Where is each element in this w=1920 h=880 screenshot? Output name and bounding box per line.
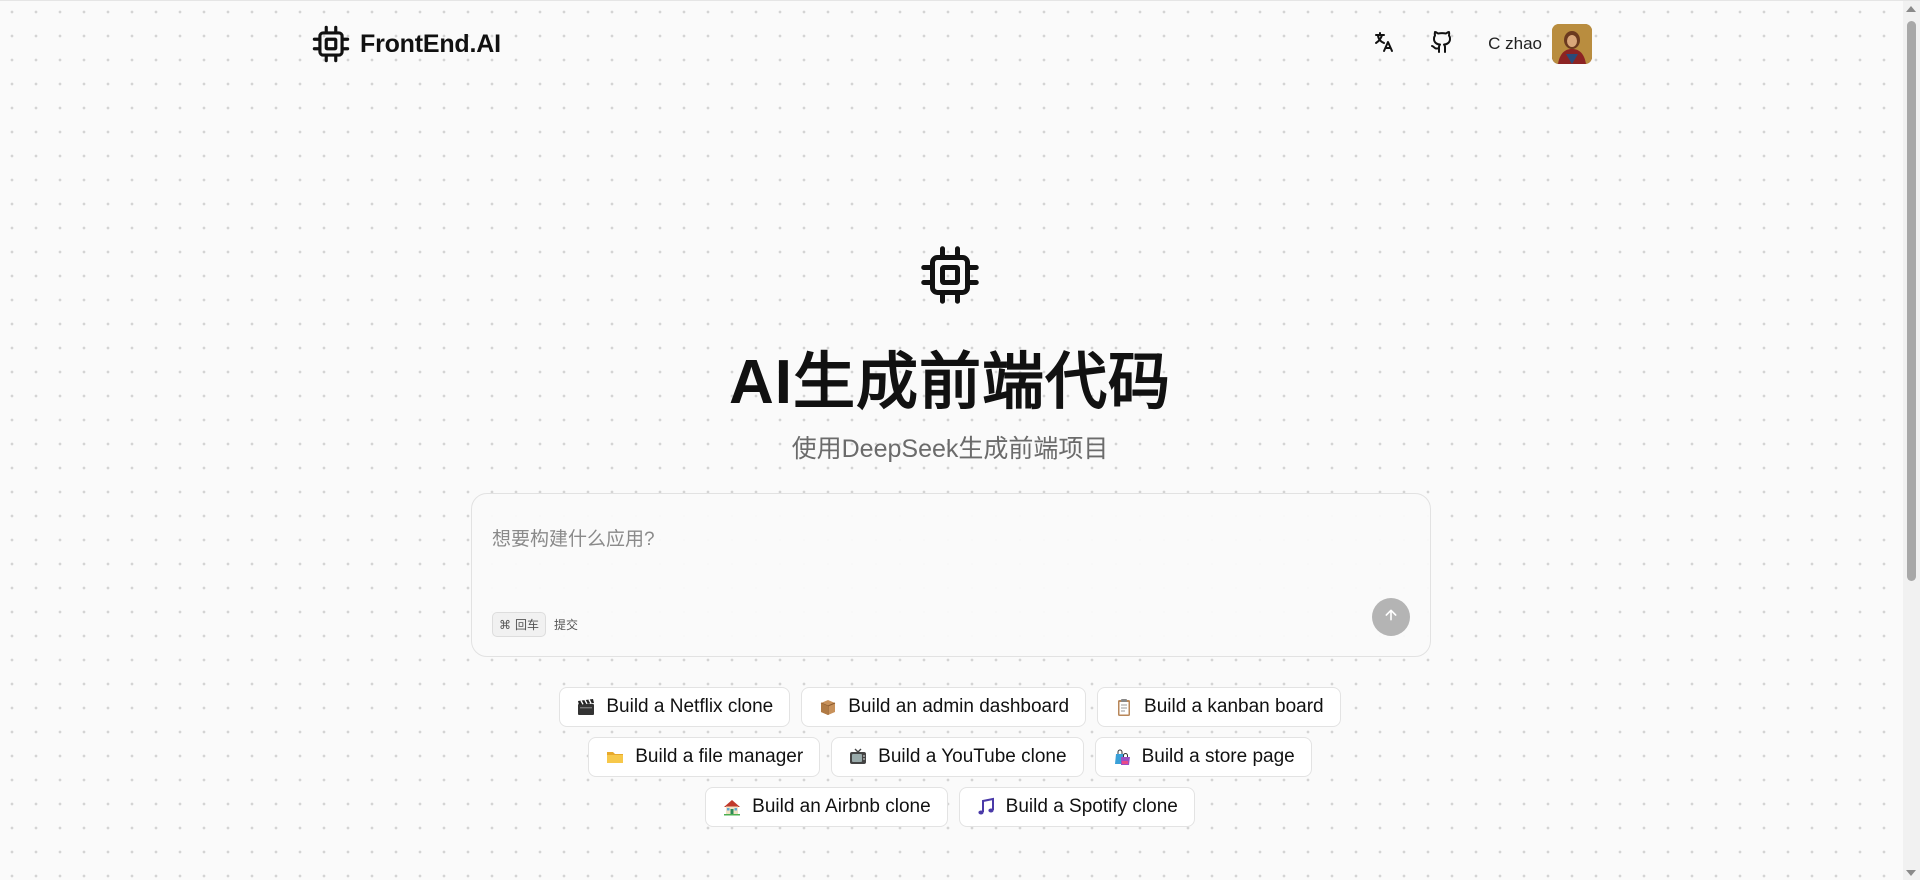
suggestions-row-3: Build an Airbnb clone Build a Spotify cl…: [0, 787, 1900, 827]
user-name: C zhao: [1488, 34, 1542, 53]
suggestion-label: Build a store page: [1141, 746, 1295, 767]
shortcut-action-label: 提交: [554, 618, 579, 632]
keyboard-shortcut-badge: ⌘ 回车: [492, 612, 547, 637]
suggestion-label: Build a YouTube clone: [878, 746, 1067, 767]
suggestion-label: Build an admin dashboard: [848, 696, 1070, 717]
hero-cpu-chip-icon: [920, 245, 980, 305]
package-box-icon: [818, 697, 838, 717]
language-toggle-button[interactable]: [1364, 24, 1404, 64]
suggestion-admin-dashboard[interactable]: Build an admin dashboard: [801, 687, 1087, 727]
suggestion-label: Build a kanban board: [1144, 696, 1324, 717]
suggestion-store-page[interactable]: Build a store page: [1094, 737, 1312, 777]
suggestion-netflix-clone[interactable]: Build a Netflix clone: [559, 687, 791, 727]
suggestion-label: Build a Netflix clone: [606, 696, 774, 717]
suggestion-file-manager[interactable]: Build a file manager: [588, 737, 821, 777]
command-key-icon: ⌘: [499, 617, 511, 632]
prompt-box: ⌘ 回车 提交: [471, 493, 1431, 657]
television-icon: [848, 747, 868, 767]
suggestion-label: Build a file manager: [635, 746, 804, 767]
scroll-down-arrow-icon[interactable]: [1906, 870, 1916, 876]
brand-logo-link[interactable]: FrontEnd.AI: [312, 25, 501, 63]
shopping-bags-icon: [1112, 747, 1132, 767]
brand-name: FrontEnd.AI: [360, 29, 501, 58]
header-actions: C zhao: [1364, 24, 1592, 64]
cpu-chip-icon: [312, 25, 350, 63]
suggestion-spotify-clone[interactable]: Build a Spotify clone: [958, 787, 1195, 827]
page-title: AI生成前端代码: [728, 348, 1171, 417]
suggestion-label: Build an Airbnb clone: [752, 796, 931, 817]
user-menu[interactable]: C zhao: [1488, 24, 1592, 64]
scroll-up-arrow-icon[interactable]: [1906, 6, 1916, 12]
arrow-up-icon: [1383, 607, 1399, 628]
folder-icon: [605, 747, 625, 767]
page-scrollbar[interactable]: [1903, 1, 1920, 880]
suggestion-airbnb-clone[interactable]: Build an Airbnb clone: [705, 787, 948, 827]
prompt-input[interactable]: [492, 520, 1372, 560]
top-navbar: FrontEnd.AI C zhao: [312, 19, 1592, 69]
suggestion-kanban-board[interactable]: Build a kanban board: [1097, 687, 1341, 727]
clipboard-icon: [1114, 697, 1134, 717]
suggestions-row-2: Build a file manager Build a YouTube clo…: [0, 737, 1900, 777]
house-icon: [722, 797, 742, 817]
page-subtitle: 使用DeepSeek生成前端项目: [791, 435, 1109, 463]
clapper-board-icon: [576, 697, 596, 717]
github-icon: [1430, 30, 1454, 59]
suggestion-youtube-clone[interactable]: Build a YouTube clone: [831, 737, 1084, 777]
enter-key-label: 回车: [515, 618, 540, 632]
scrollbar-thumb[interactable]: [1907, 21, 1916, 581]
submit-shortcut-hint: ⌘ 回车 提交: [492, 612, 578, 637]
translate-icon: [1372, 30, 1396, 59]
avatar: [1552, 24, 1592, 64]
music-note-icon: [976, 797, 996, 817]
github-link-button[interactable]: [1422, 24, 1462, 64]
submit-button[interactable]: [1372, 598, 1410, 636]
suggestion-label: Build a Spotify clone: [1005, 796, 1178, 817]
suggestions-row-1: Build a Netflix clone Build an admin das…: [0, 687, 1900, 727]
